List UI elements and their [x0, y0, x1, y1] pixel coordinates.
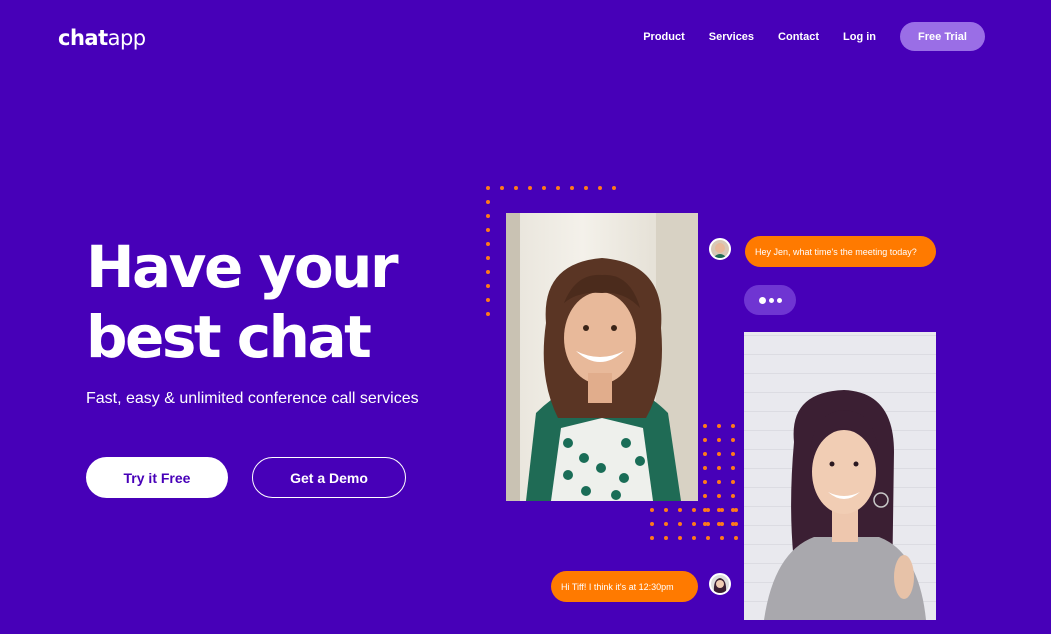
decorative-dot — [481, 223, 495, 237]
typing-dot — [768, 297, 774, 303]
avatar-tiff-sender — [709, 573, 731, 595]
decorative-dot — [481, 237, 495, 251]
decorative-dot — [579, 181, 593, 195]
decorative-dot — [481, 181, 495, 195]
dot-pattern-left — [481, 195, 495, 321]
decorative-dot — [509, 181, 523, 195]
decorative-dot — [701, 503, 715, 517]
decorative-dot — [687, 531, 701, 545]
decorative-dot — [698, 447, 712, 461]
free-trial-button[interactable]: Free Trial — [900, 22, 985, 51]
decorative-dot — [726, 475, 740, 489]
decorative-dot — [659, 517, 673, 531]
decorative-dot — [481, 265, 495, 279]
hero-title-line-2: best chat — [86, 303, 372, 371]
logo[interactable]: chatapp — [58, 26, 146, 50]
decorative-dot — [698, 489, 712, 503]
hero-title: Have your best chat — [86, 232, 399, 372]
decorative-dot — [607, 181, 621, 195]
dot-pattern-top — [481, 181, 621, 195]
decorative-dot — [495, 181, 509, 195]
typing-dot — [758, 296, 766, 304]
decorative-dot — [673, 503, 687, 517]
get-a-demo-button[interactable]: Get a Demo — [252, 457, 406, 498]
decorative-dot — [673, 517, 687, 531]
person-photo-1 — [506, 213, 698, 501]
decorative-dot — [712, 475, 726, 489]
decorative-dot — [715, 517, 729, 531]
decorative-dot — [551, 181, 565, 195]
nav-services[interactable]: Services — [709, 31, 754, 43]
chat-bubble-reply: Hi Tiff! I think it's at 12:30pm — [551, 571, 698, 602]
decorative-dot — [712, 433, 726, 447]
decorative-dot — [712, 461, 726, 475]
decorative-dot — [698, 475, 712, 489]
decorative-dot — [481, 279, 495, 293]
decorative-dot — [701, 531, 715, 545]
hero-title-line-1: Have your — [86, 233, 399, 301]
decorative-dot — [523, 181, 537, 195]
person-illustration-1 — [506, 213, 698, 501]
decorative-dot — [729, 503, 743, 517]
decorative-dot — [698, 461, 712, 475]
top-nav: Product Services Contact Log in Free Tri… — [619, 22, 985, 51]
decorative-dot — [537, 181, 551, 195]
decorative-dot — [673, 531, 687, 545]
decorative-dot — [729, 517, 743, 531]
decorative-dot — [726, 433, 740, 447]
try-it-free-button[interactable]: Try it Free — [86, 457, 228, 498]
decorative-dot — [659, 531, 673, 545]
decorative-dot — [698, 419, 712, 433]
logo-light-text: app — [107, 26, 147, 50]
decorative-dot — [593, 181, 607, 195]
decorative-dot — [659, 503, 673, 517]
decorative-dot — [715, 503, 729, 517]
decorative-dot — [687, 517, 701, 531]
decorative-dot — [481, 251, 495, 265]
decorative-dot — [726, 461, 740, 475]
decorative-dot — [687, 503, 701, 517]
decorative-dot — [481, 209, 495, 223]
decorative-dot — [481, 195, 495, 209]
decorative-dot — [698, 433, 712, 447]
decorative-dot — [715, 531, 729, 545]
decorative-dot — [729, 531, 743, 545]
decorative-dot — [481, 307, 495, 321]
decorative-dot — [712, 447, 726, 461]
decorative-dot — [726, 489, 740, 503]
nav-contact[interactable]: Contact — [778, 31, 819, 43]
chat-bubble-incoming: Hey Jen, what time's the meeting today? — [745, 236, 936, 267]
decorative-dot — [712, 419, 726, 433]
typing-dot — [776, 297, 782, 303]
decorative-dot — [726, 419, 740, 433]
avatar-jen-sender — [709, 238, 731, 260]
decorative-dot — [481, 293, 495, 307]
logo-bold-text: chat — [58, 26, 108, 50]
nav-login[interactable]: Log in — [843, 31, 876, 43]
dot-pattern-bottom — [645, 503, 743, 545]
decorative-dot — [645, 517, 659, 531]
hero-subtitle: Fast, easy & unlimited conference call s… — [86, 390, 419, 407]
decorative-dot — [726, 447, 740, 461]
decorative-dot — [712, 489, 726, 503]
decorative-dot — [645, 531, 659, 545]
decorative-dot — [565, 181, 579, 195]
person-photo-2 — [744, 332, 936, 620]
decorative-dot — [701, 517, 715, 531]
nav-product[interactable]: Product — [643, 31, 685, 43]
person-illustration-2 — [764, 390, 926, 620]
decorative-dot — [645, 503, 659, 517]
typing-indicator — [744, 285, 796, 315]
